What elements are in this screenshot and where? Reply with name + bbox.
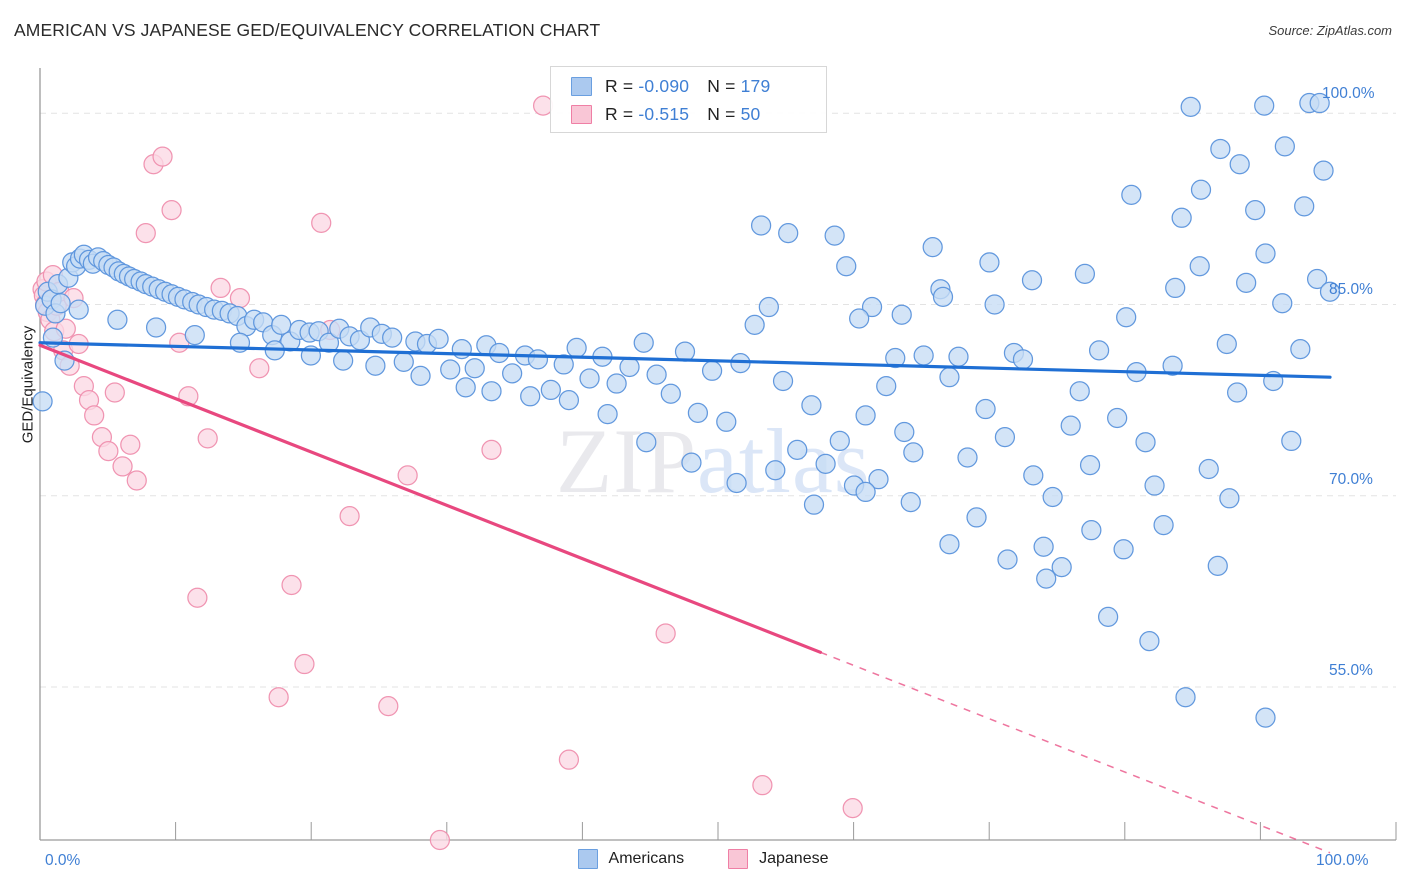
series-points-americans — [32, 92, 1341, 728]
stats-row-japanese: R = -0.515 N = 50 — [551, 100, 826, 129]
stats-r-value-japanese: -0.515 — [638, 104, 690, 124]
scatter-plot — [32, 68, 1397, 854]
series-legend: Americans Japanese — [0, 849, 1406, 869]
stats-n-value-japanese: 50 — [740, 104, 761, 124]
stats-n-label-japanese: N = — [707, 104, 741, 124]
y-tick-label-100: 100.0% — [1322, 85, 1375, 102]
stats-text-japanese: R = -0.515 N = 50 — [605, 104, 760, 125]
chart-root: AMERICAN VS JAPANESE GED/EQUIVALENCY COR… — [0, 0, 1406, 892]
legend-entry-americans[interactable]: Americans — [577, 849, 685, 869]
y-tick-label-55: 55.0% — [1329, 662, 1373, 679]
correlation-stats-legend: R = -0.090 N = 179 R = -0.515 N = 50 — [550, 66, 827, 133]
stats-r-value-americans: -0.090 — [638, 76, 690, 96]
stats-row-americans: R = -0.090 N = 179 — [551, 72, 826, 101]
legend-entry-japanese[interactable]: Japanese — [728, 849, 828, 869]
legend-swatch-japanese — [728, 849, 749, 869]
y-tick-label-85: 85.0% — [1329, 281, 1373, 298]
stats-swatch-americans — [571, 77, 592, 96]
stats-n-label-americans: N = — [707, 76, 741, 96]
stats-r-label-americans: R = — [605, 76, 639, 96]
series-points-japanese — [32, 95, 863, 851]
legend-label-japanese: Japanese — [759, 850, 829, 867]
legend-label-americans: Americans — [608, 850, 685, 867]
y-tick-label-70: 70.0% — [1329, 471, 1373, 488]
stats-r-label-japanese: R = — [605, 104, 639, 124]
stats-swatch-japanese — [571, 105, 592, 124]
legend-swatch-americans — [577, 849, 598, 869]
stats-text-americans: R = -0.090 N = 179 — [605, 76, 770, 97]
stats-n-value-americans: 179 — [740, 76, 771, 96]
